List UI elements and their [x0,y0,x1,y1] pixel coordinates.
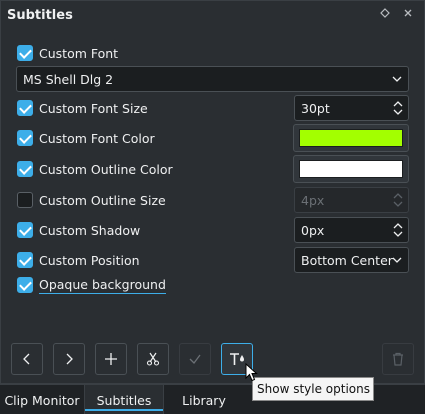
tab-label: Library [182,392,226,408]
custom-font-color-label: Custom Font Color [39,130,155,146]
opaque-background-row[interactable]: Opaque background [17,274,166,296]
outline-color-swatch [299,160,403,178]
position-value: Bottom Center [301,252,393,268]
opaque-background-checkbox[interactable] [17,277,33,293]
spin-arrows-icon[interactable] [393,99,403,117]
tab-library[interactable]: Library [164,385,244,414]
outline-size-spinbox: 4px [294,187,409,213]
custom-outline-color-row[interactable]: Custom Outline Color [17,158,173,180]
custom-font-checkbox[interactable] [17,45,33,61]
custom-position-checkbox[interactable] [17,252,33,268]
custom-font-label: Custom Font [39,45,119,61]
font-family-combo[interactable]: MS Shell Dlg 2 [16,66,409,92]
font-size-value: 30pt [301,100,330,116]
outline-color-button[interactable] [293,155,409,183]
font-color-swatch [299,129,403,147]
subtitles-panel: Subtitles Custom Font MS Shell Dlg 2 Cus… [0,0,425,384]
style-options-icon [230,353,244,365]
apply-icon [189,354,201,364]
custom-shadow-row[interactable]: Custom Shadow [17,219,140,241]
add-subtitle-button[interactable] [95,343,127,375]
shadow-value: 0px [301,222,325,238]
delete-icon [393,352,403,366]
position-combo[interactable]: Bottom Center [294,247,409,273]
apply-button[interactable] [179,343,211,375]
custom-font-row[interactable]: Custom Font [17,42,118,64]
outline-size-value: 4px [301,192,325,208]
font-size-spinbox[interactable]: 30pt [294,95,409,121]
custom-font-size-checkbox[interactable] [17,100,33,116]
style-options-tooltip: Show style options [252,377,374,401]
tab-label: Clip Monitor [4,392,80,408]
custom-outline-color-label: Custom Outline Color [39,161,173,177]
tab-subtitles[interactable]: Subtitles [84,385,164,414]
previous-icon [23,353,30,365]
panel-title: Subtitles [7,8,73,23]
custom-font-size-row[interactable]: Custom Font Size [17,97,148,119]
tab-clip-monitor[interactable]: Clip Monitor [0,385,84,414]
opaque-background-label: Opaque background [39,276,166,294]
custom-outline-color-checkbox[interactable] [17,161,33,177]
previous-button[interactable] [11,343,43,375]
add-icon [105,353,117,365]
custom-shadow-checkbox[interactable] [17,222,33,238]
custom-shadow-label: Custom Shadow [39,222,141,238]
diamond-icon[interactable] [377,7,393,23]
custom-font-color-checkbox[interactable] [17,130,33,146]
close-icon[interactable] [400,7,416,23]
next-icon [66,353,73,365]
cut-icon [146,352,160,366]
panel-titlebar: Subtitles [1,1,424,31]
custom-outline-size-row[interactable]: Custom Outline Size [17,189,166,211]
delete-button[interactable] [382,343,414,375]
spin-arrows-icon[interactable] [393,221,403,239]
custom-outline-size-checkbox[interactable] [17,192,33,208]
spin-arrows-icon [393,193,403,207]
custom-position-label: Custom Position [39,252,140,268]
custom-font-size-label: Custom Font Size [39,100,148,116]
tab-label: Subtitles [96,392,152,408]
font-family-value: MS Shell Dlg 2 [23,71,114,87]
cut-subtitle-button[interactable] [137,343,169,375]
chevron-down-icon [392,76,402,82]
custom-position-row[interactable]: Custom Position [17,249,140,271]
font-color-button[interactable] [293,124,409,152]
mouse-cursor-icon [245,363,258,382]
shadow-spinbox[interactable]: 0px [294,217,409,243]
chevron-down-icon [392,257,402,263]
next-button[interactable] [53,343,85,375]
custom-font-color-row[interactable]: Custom Font Color [17,127,155,149]
custom-outline-size-label: Custom Outline Size [39,192,166,208]
